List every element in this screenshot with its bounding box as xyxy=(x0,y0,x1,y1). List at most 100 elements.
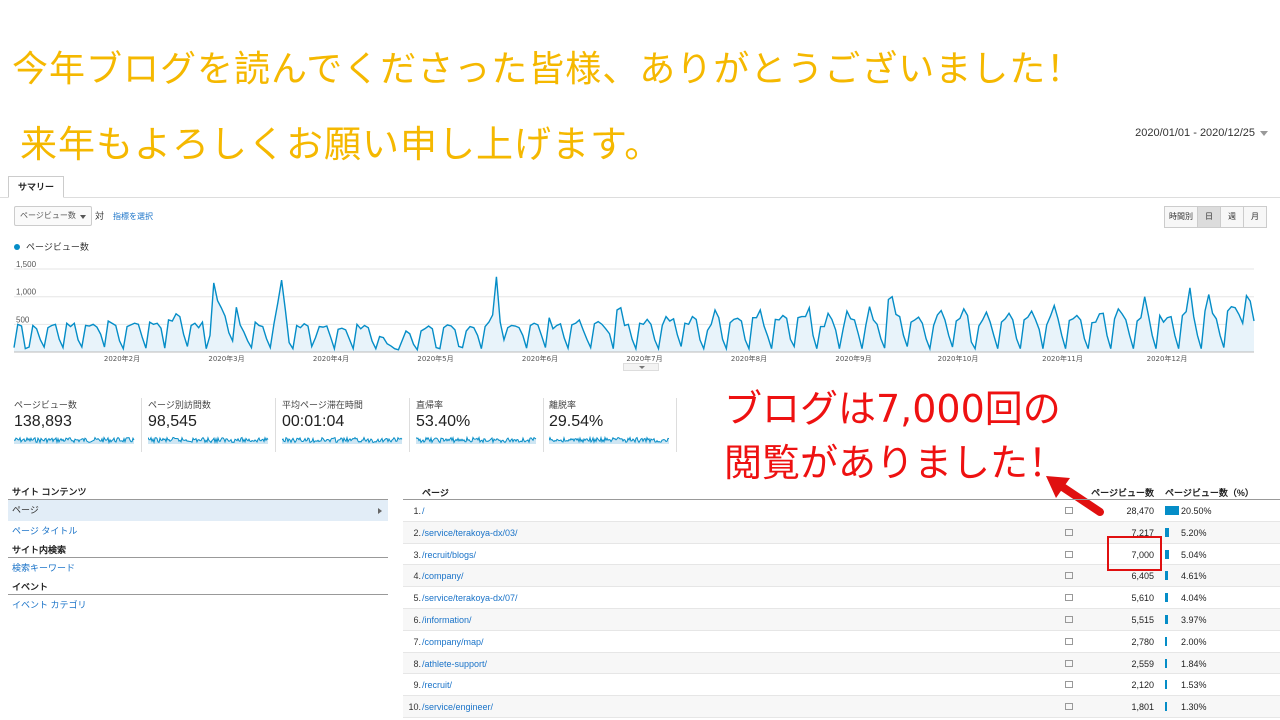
chart-collapse-handle[interactable] xyxy=(623,363,659,371)
y-tick-label: 1,500 xyxy=(16,260,37,269)
date-range-picker[interactable]: 2020/01/01 - 2020/12/25 xyxy=(1135,127,1268,139)
scorecard-divider xyxy=(676,398,677,452)
legend-dot-icon xyxy=(14,243,20,250)
tab-summary[interactable]: サマリー xyxy=(8,176,65,198)
scorecard-bounce-rate[interactable]: 直帰率 53.40% xyxy=(416,398,544,454)
row-pct: 1.53% xyxy=(1181,680,1207,691)
sidebar-item-page[interactable]: ページ xyxy=(8,500,388,521)
granularity-week-button[interactable]: 週 xyxy=(1220,206,1244,228)
table-row[interactable]: 8./athlete-support/2,559 1.84% xyxy=(403,652,1280,675)
select-metric-link[interactable]: 指標を選択 xyxy=(113,211,153,222)
open-link-icon[interactable] xyxy=(1065,572,1073,580)
table-row[interactable]: 10./service/engineer/1,801 1.30% xyxy=(403,696,1280,718)
metric-select[interactable]: ページビュー数 xyxy=(14,206,92,226)
open-link-icon[interactable] xyxy=(1065,528,1073,536)
scorecard-unique-pageviews[interactable]: ページ別訪問数 98,545 xyxy=(148,398,276,454)
row-page-link[interactable]: /athlete-support/ xyxy=(422,659,487,669)
row-page-link[interactable]: /company/map/ xyxy=(422,637,484,647)
row-pageviews: 1,801 xyxy=(1131,702,1154,713)
row-rank: 6. xyxy=(413,614,421,625)
granularity-month-button[interactable]: 月 xyxy=(1243,206,1267,228)
row-page-link[interactable]: /information/ xyxy=(422,615,472,625)
row-share-bar xyxy=(1165,571,1168,581)
open-link-icon[interactable] xyxy=(1065,681,1073,689)
open-link-icon[interactable] xyxy=(1065,594,1073,602)
x-tick-label: 2020年2月 xyxy=(104,354,140,362)
chevron-down-icon xyxy=(80,215,86,219)
row-page-link[interactable]: /service/engineer/ xyxy=(422,702,493,712)
row-page-link[interactable]: /company/ xyxy=(422,571,464,581)
row-page-link[interactable]: /service/terakoya-dx/07/ xyxy=(422,593,518,603)
open-link-icon[interactable] xyxy=(1065,659,1073,667)
sidebar-item-page-title[interactable]: ページ タイトル xyxy=(8,521,388,542)
chevron-down-icon xyxy=(639,366,645,369)
scorecard-divider xyxy=(409,398,410,452)
sparkline xyxy=(14,436,135,444)
chevron-down-icon xyxy=(1260,130,1268,136)
tab-bar-divider xyxy=(0,197,1280,198)
sidebar-heading-site-content: サイト コンテンツ xyxy=(8,484,388,500)
row-pct: 1.30% xyxy=(1181,702,1207,713)
sidebar-item-event-category[interactable]: イベント カテゴリ xyxy=(8,595,388,616)
row-pct: 5.04% xyxy=(1181,549,1207,560)
row-page-link[interactable]: / xyxy=(422,506,425,516)
row-rank: 3. xyxy=(413,549,421,560)
row-pageviews: 2,780 xyxy=(1131,636,1154,647)
row-pageviews: 2,120 xyxy=(1131,680,1154,691)
row-rank: 7. xyxy=(413,636,421,647)
x-tick-label: 2020年6月 xyxy=(522,354,558,362)
row-share-bar xyxy=(1165,614,1168,624)
x-tick-label: 2020年5月 xyxy=(417,354,453,362)
table-header: ページ ページビュー数 ページビュー数（%） xyxy=(403,484,1280,500)
x-tick-label: 2020年4月 xyxy=(313,354,349,362)
scorecard-value: 98,545 xyxy=(148,413,197,430)
row-share-bar xyxy=(1165,680,1167,690)
column-header-page[interactable]: ページ xyxy=(422,486,449,499)
y-tick-label: 500 xyxy=(16,315,30,324)
scorecard-exit-rate[interactable]: 離脱率 29.54% xyxy=(549,398,677,454)
scorecard-avg-time[interactable]: 平均ページ滞在時間 00:01:04 xyxy=(282,398,410,454)
y-tick-label: 1,000 xyxy=(16,288,37,297)
scorecard-pageviews[interactable]: ページビュー数 138,893 xyxy=(14,398,142,454)
column-header-pageviews[interactable]: ページビュー数 xyxy=(1091,486,1154,499)
row-pct: 4.61% xyxy=(1181,571,1207,582)
granularity-hourly-button[interactable]: 時間別 xyxy=(1164,206,1198,228)
table-row[interactable]: 7./company/map/2,780 2.00% xyxy=(403,631,1280,653)
column-header-pct[interactable]: ページビュー数（%） xyxy=(1165,486,1254,499)
open-link-icon[interactable] xyxy=(1065,615,1073,623)
table-row[interactable]: 5./service/terakoya-dx/07/5,610 4.04% xyxy=(403,587,1280,609)
row-pageviews: 5,515 xyxy=(1131,614,1154,625)
row-page-link[interactable]: /recruit/ xyxy=(422,680,452,690)
row-page-link[interactable]: /service/terakoya-dx/03/ xyxy=(422,528,518,538)
row-rank: 10. xyxy=(408,702,421,713)
open-link-icon[interactable] xyxy=(1065,507,1073,514)
table-row[interactable]: 1./ 28,470 20.50% xyxy=(403,500,1280,522)
table-row[interactable]: 9./recruit/2,120 1.53% xyxy=(403,674,1280,697)
open-link-icon[interactable] xyxy=(1065,550,1073,558)
metric-select-label: ページビュー数 xyxy=(20,211,76,220)
open-link-icon[interactable] xyxy=(1065,703,1073,711)
row-pct: 3.97% xyxy=(1181,614,1207,625)
row-pct: 20.50% xyxy=(1181,506,1212,516)
sidebar-item-search-term[interactable]: 検索キーワード xyxy=(8,558,388,579)
series-area xyxy=(14,276,1254,352)
scorecard-label: 平均ページ滞在時間 xyxy=(282,400,363,410)
row-share-bar xyxy=(1165,549,1169,559)
granularity-toggle: 時間別 日 週 月 xyxy=(1164,206,1267,228)
scorecard-value: 53.40% xyxy=(416,413,471,430)
open-link-icon[interactable] xyxy=(1065,637,1073,645)
headline-line-2: 来年もよろしくお願い申し上げます。 xyxy=(20,123,663,166)
granularity-day-button[interactable]: 日 xyxy=(1197,206,1221,228)
sidebar-heading-events: イベント xyxy=(8,579,388,595)
row-page-link[interactable]: /recruit/blogs/ xyxy=(422,550,476,560)
x-tick-label: 2020年11月 xyxy=(1042,354,1083,362)
headline-line-1: 今年ブログを読んでくださった皆様、ありがとうございました！ xyxy=(12,49,1084,90)
row-share-bar xyxy=(1165,658,1167,668)
date-range-label: 2020/01/01 - 2020/12/25 xyxy=(1135,127,1255,139)
sparkline xyxy=(549,435,670,444)
scorecard-label: 直帰率 xyxy=(416,400,444,410)
report-sidebar: サイト コンテンツ ページ ページ タイトル サイト内検索 検索キーワード イベ… xyxy=(8,484,388,616)
row-rank: 8. xyxy=(413,658,421,669)
row-rank: 5. xyxy=(413,593,421,604)
table-row[interactable]: 6./information/5,515 3.97% xyxy=(403,608,1280,631)
